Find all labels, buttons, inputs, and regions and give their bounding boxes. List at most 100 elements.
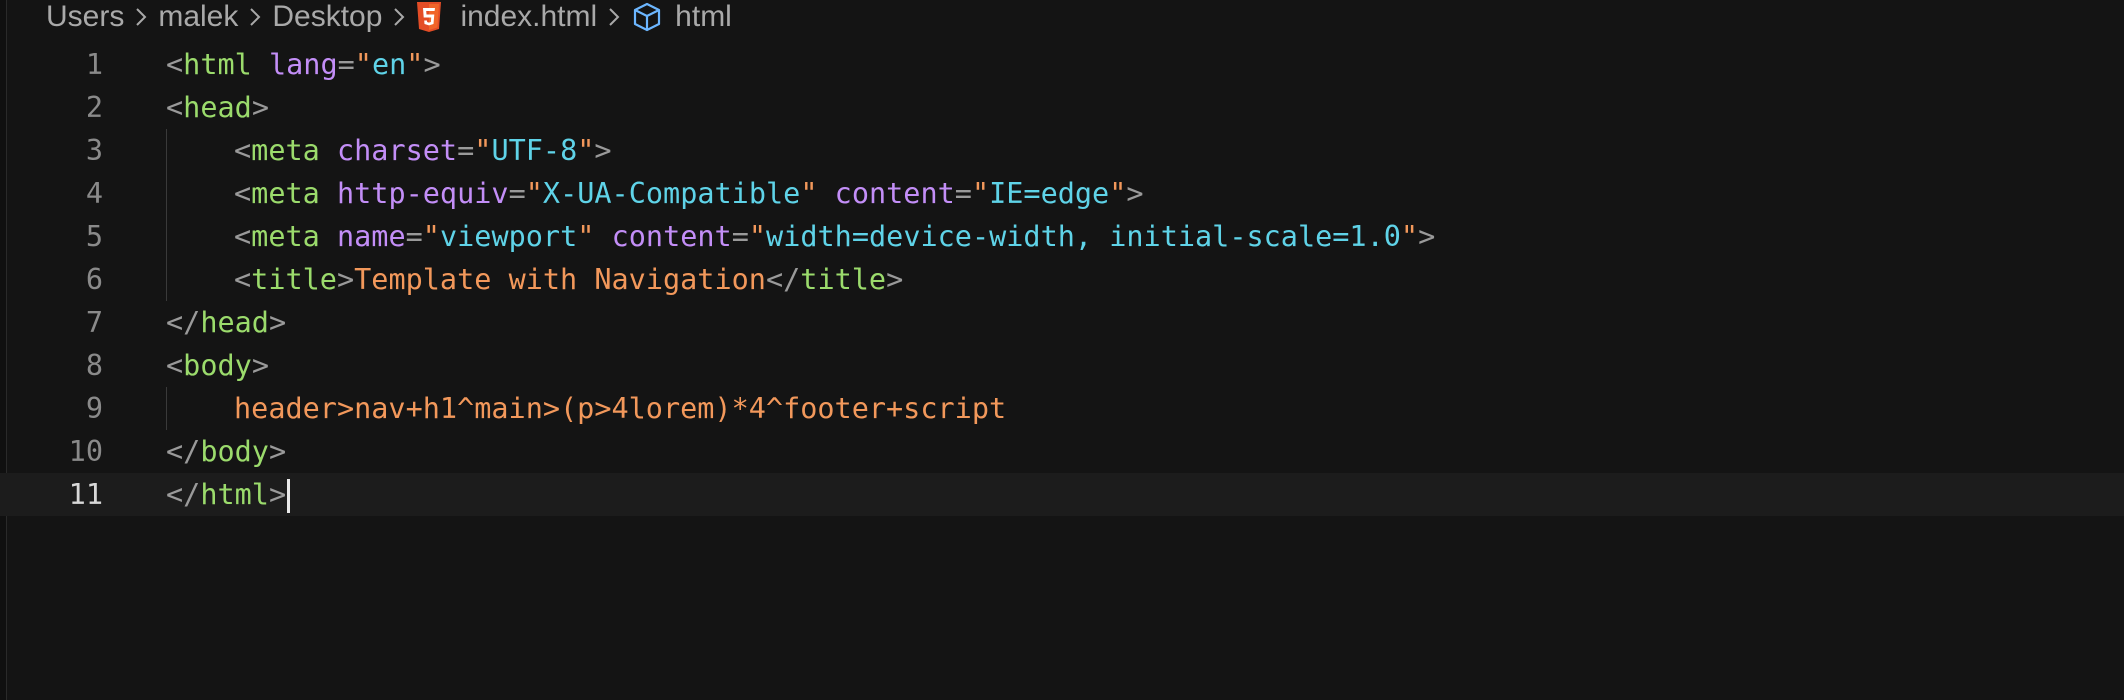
code-token: " (800, 177, 818, 210)
code-token: > (268, 478, 287, 511)
code-token: = (954, 177, 972, 210)
line-number: 3 (85, 134, 103, 167)
code-token: " (422, 220, 440, 253)
code-token: </ (166, 435, 201, 468)
text-cursor (287, 479, 291, 513)
html5-file-icon (416, 1, 442, 33)
chevron-right-icon (392, 6, 406, 28)
line-number: 6 (85, 263, 103, 296)
breadcrumb-item-file[interactable]: index.html (460, 0, 597, 34)
code-editor[interactable]: 1 <html lang="en"> 2 <head> 3 <meta charset="… (0, 43, 2124, 516)
code-token: = (405, 220, 423, 253)
code-line[interactable]: 10 </body> (0, 430, 2124, 473)
symbol-cube-icon (631, 1, 663, 33)
code-token: head (183, 91, 252, 124)
code-token: > (1418, 220, 1436, 253)
code-token: = (508, 177, 526, 210)
code-token: < (234, 220, 252, 253)
code-token: > (251, 91, 269, 124)
code-token: < (166, 48, 184, 81)
indent-guide (166, 258, 167, 301)
line-number: 8 (85, 349, 103, 382)
code-token: > (336, 263, 355, 296)
code-token: = (731, 220, 749, 253)
indent-guide (166, 387, 167, 430)
code-text: header>nav+h1^main>(p>4lorem)*4^footer+s… (234, 387, 1006, 430)
code-token: html (200, 478, 269, 511)
code-token: " (525, 177, 543, 210)
code-line[interactable]: 5 <meta name="viewport" content="width=de… (0, 215, 2124, 258)
code-line[interactable]: 3 <meta charset="UTF-8"> (0, 129, 2124, 172)
breadcrumb-item-desktop[interactable]: Desktop (272, 0, 382, 34)
code-token: header>nav+h1^main>(p>4lorem)*4^footer+s… (234, 392, 1007, 425)
code-token: </ (166, 306, 201, 339)
code-token: " (577, 134, 595, 167)
line-number: 4 (85, 177, 103, 210)
code-token: charset (336, 134, 458, 167)
code-text: <meta name="viewport" content="width=dev… (234, 215, 1435, 258)
code-token: content (834, 177, 955, 210)
breadcrumb-item-symbol[interactable]: html (675, 0, 732, 34)
line-number: 9 (85, 392, 103, 425)
code-text: <html lang="en"> (166, 43, 441, 86)
code-token: en (371, 48, 407, 81)
code-text: <title>Template with Navigation</title> (234, 258, 903, 301)
code-token: </ (765, 263, 801, 296)
code-token: " (1400, 220, 1419, 253)
code-token: title (251, 263, 337, 296)
code-token: > (268, 306, 287, 339)
code-token: " (354, 48, 372, 81)
line-number: 10 (68, 435, 103, 468)
code-token: meta (251, 220, 320, 253)
code-token: " (971, 177, 990, 210)
code-token: < (234, 263, 252, 296)
code-line[interactable]: 11 </html> (0, 473, 2124, 516)
code-line[interactable]: 1 <html lang="en"> (0, 43, 2124, 86)
code-text: <body> (166, 344, 269, 387)
code-token: Template with Navigation (354, 263, 766, 296)
code-token: < (234, 134, 252, 167)
code-token: = (457, 134, 475, 167)
code-line[interactable]: 4 <meta http-equiv="X-UA-Compatible" cont… (0, 172, 2124, 215)
code-line[interactable]: 9 header>nav+h1^main>(p>4lorem)*4^footer+… (0, 387, 2124, 430)
code-token: > (594, 134, 612, 167)
code-line[interactable]: 6 <title>Template with Navigation</title> (0, 258, 2124, 301)
breadcrumb: Users malek Desktop index.html html (46, 0, 732, 34)
code-token: meta (251, 177, 320, 210)
code-token: body (200, 435, 269, 468)
code-token: content (611, 220, 732, 253)
code-token: body (183, 349, 252, 382)
code-token: UTF-8 (491, 134, 578, 167)
code-line[interactable]: 8 <body> (0, 344, 2124, 387)
line-number: 1 (85, 48, 103, 81)
code-token: < (166, 349, 184, 382)
code-token: > (423, 48, 441, 81)
code-token: http-equiv (336, 177, 509, 210)
code-line[interactable]: 2 <head> (0, 86, 2124, 129)
code-text: </body> (166, 430, 286, 473)
code-token: name (336, 220, 406, 253)
code-token: > (251, 349, 269, 382)
code-token: head (200, 306, 269, 339)
code-token: meta (251, 134, 320, 167)
code-token: IE=edge (989, 177, 1110, 210)
line-number: 11 (68, 478, 103, 511)
code-text: </head> (166, 301, 286, 344)
code-token: " (406, 48, 424, 81)
code-token: " (748, 220, 767, 253)
code-line[interactable]: 7 </head> (0, 301, 2124, 344)
chevron-right-icon (134, 6, 148, 28)
code-token: X-UA-Compatible (542, 177, 801, 210)
breadcrumb-item-malek[interactable]: malek (158, 0, 238, 34)
breadcrumb-item-users[interactable]: Users (46, 0, 124, 34)
code-token: < (234, 177, 252, 210)
code-token: = (337, 48, 355, 81)
code-text: <meta charset="UTF-8"> (234, 129, 612, 172)
code-text: <meta http-equiv="X-UA-Compatible" conte… (234, 172, 1144, 215)
line-number: 7 (85, 306, 103, 339)
chevron-right-icon (248, 6, 262, 28)
